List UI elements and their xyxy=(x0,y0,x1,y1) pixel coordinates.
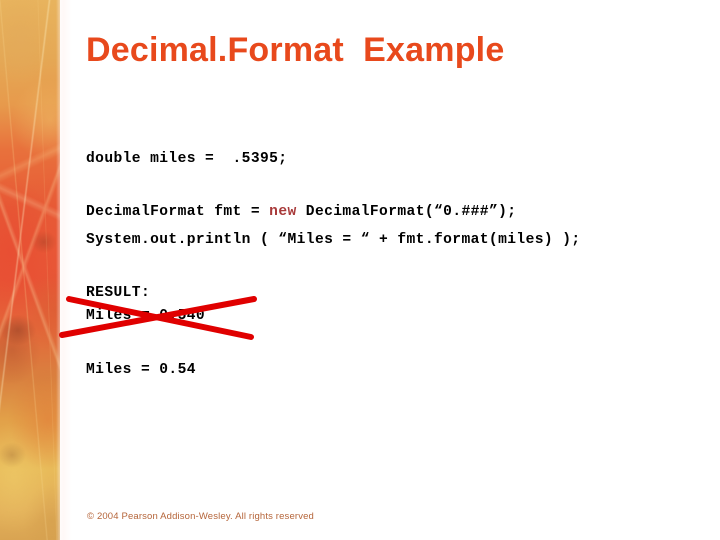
page-title: Decimal.Format Example xyxy=(86,31,505,69)
strip-fade-edge xyxy=(56,0,72,540)
result-crossed-out-value: Miles = 0.540 xyxy=(86,308,206,324)
code-fmt-suffix: DecimalFormat(“0.###”); xyxy=(296,204,517,220)
result-corrected-value: Miles = 0.54 xyxy=(86,362,196,378)
code-line-declaration: double miles = .5395; xyxy=(86,151,288,167)
copyright-footer: © 2004 Pearson Addison-Wesley. All right… xyxy=(87,511,314,522)
code-line-println: System.out.println ( “Miles = “ + fmt.fo… xyxy=(86,232,581,248)
code-line-decimalformat: DecimalFormat fmt = new DecimalFormat(“0… xyxy=(86,204,516,220)
leaf-stem-layer xyxy=(0,0,60,540)
code-keyword-new: new xyxy=(269,204,297,220)
slide-canvas: Decimal.Format Example double miles = .5… xyxy=(0,0,720,540)
code-fmt-prefix: DecimalFormat fmt = xyxy=(86,204,270,220)
result-label: RESULT: xyxy=(86,285,151,301)
autumn-leaves-strip xyxy=(0,0,60,540)
